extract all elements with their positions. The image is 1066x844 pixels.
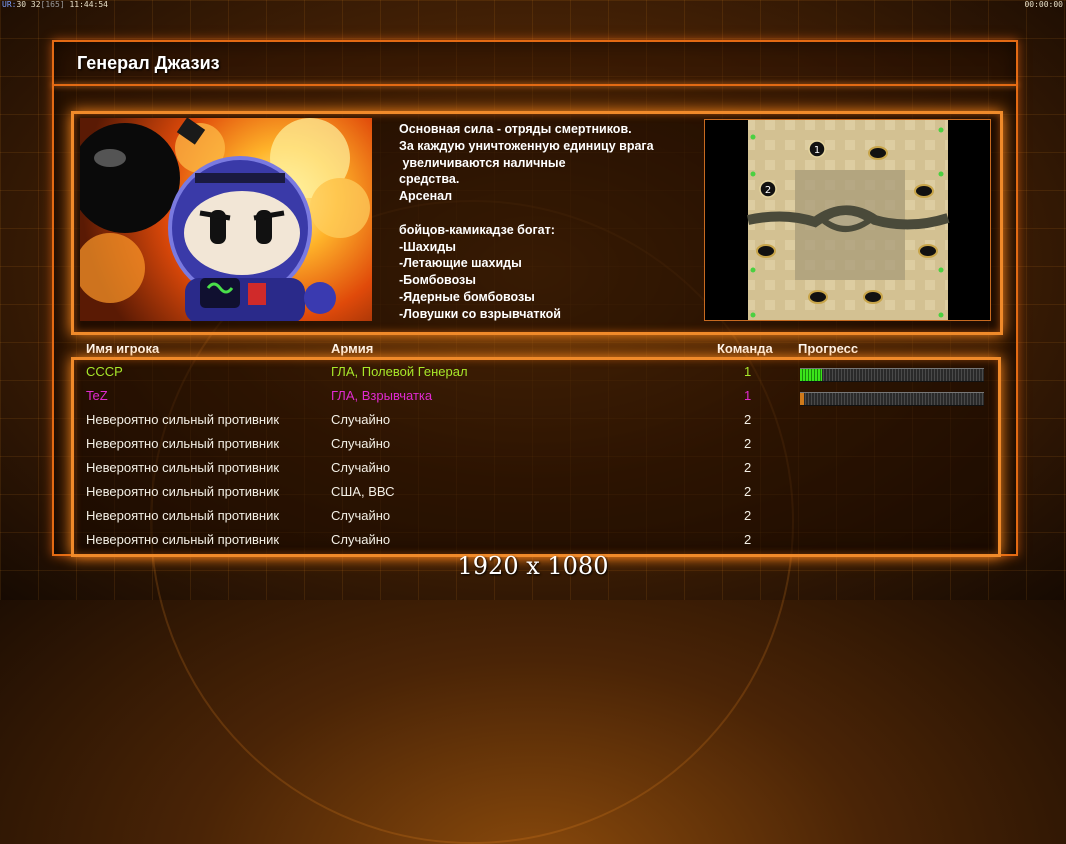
player-name: Невероятно сильный противник: [86, 532, 280, 547]
progress-bar: [800, 392, 984, 406]
header-player-name: Имя игрока: [86, 341, 160, 356]
player-name: Невероятно сильный противник: [86, 436, 280, 451]
player-name: Невероятно сильный противник: [86, 508, 280, 523]
player-name: Невероятно сильный противник: [86, 484, 280, 499]
player-army: Случайно: [331, 460, 391, 475]
player-team: 2: [744, 412, 752, 427]
player-name: Невероятно сильный противник: [86, 460, 280, 475]
player-army: Случайно: [331, 412, 391, 427]
title-divider: [52, 84, 1018, 86]
player-army: Случайно: [331, 532, 391, 547]
status-timer: 00:00:00: [1024, 0, 1063, 9]
player-row[interactable]: Невероятно сильный противник Случайно 2: [0, 409, 1066, 431]
player-row[interactable]: Невероятно сильный противник Случайно 2: [0, 433, 1066, 455]
start-marker-1-label: 1: [814, 145, 820, 156]
player-row[interactable]: Невероятно сильный противник Случайно 2: [0, 457, 1066, 479]
player-row[interactable]: Невероятно сильный противник Случайно 2: [0, 505, 1066, 527]
progress-bar-fill: [800, 393, 804, 405]
player-row[interactable]: Невероятно сильный противник Случайно 2: [0, 529, 1066, 551]
start-marker-1[interactable]: 1: [808, 140, 826, 158]
player-row[interactable]: Невероятно сильный противник США, ВВС 2: [0, 481, 1066, 503]
player-team: 2: [744, 460, 752, 475]
player-row[interactable]: TeZ ГЛА, Взрывчатка 1: [0, 385, 1066, 407]
status-left: UR:30 32[165] 11:44:54: [2, 0, 108, 10]
player-army: ГЛА, Взрывчатка: [331, 388, 433, 403]
player-team: 2: [744, 532, 752, 547]
status-bracket-value: [165]: [40, 0, 65, 9]
player-team: 2: [744, 436, 752, 451]
map-preview[interactable]: 1 2: [704, 119, 991, 321]
player-army: Случайно: [331, 508, 391, 523]
player-team: 1: [744, 364, 752, 379]
progress-bar: [800, 368, 984, 382]
status-bar: UR:30 32[165] 11:44:54 00:00:00: [0, 0, 1066, 10]
player-team: 1: [744, 388, 752, 403]
resolution-label: 1920 x 1080: [457, 552, 609, 580]
player-name: TeZ: [86, 388, 108, 403]
player-army: Случайно: [331, 436, 391, 451]
general-description: Основная сила - отряды смертников. За ка…: [399, 122, 654, 321]
player-army: США, ВВС: [331, 484, 395, 499]
player-name: Невероятно сильный противник: [86, 412, 280, 427]
player-row[interactable]: CCCP ГЛА, Полевой Генерал 1: [0, 361, 1066, 383]
header-army: Армия: [331, 341, 374, 356]
ur-label: UR:: [2, 0, 17, 9]
header-team: Команда: [717, 341, 773, 356]
player-team: 2: [744, 508, 752, 523]
general-portrait: [80, 118, 372, 321]
status-clock: 11:44:54: [69, 0, 108, 9]
header-progress: Прогресс: [798, 341, 859, 356]
player-team: 2: [744, 484, 752, 499]
status-numbers: 30 32: [16, 0, 41, 9]
start-marker-2-label: 2: [765, 185, 771, 196]
progress-bar-fill: [800, 369, 823, 381]
general-name: Генерал Джазиз: [77, 53, 220, 73]
start-marker-2[interactable]: 2: [759, 180, 777, 198]
player-name: CCCP: [86, 364, 123, 379]
player-army: ГЛА, Полевой Генерал: [331, 364, 468, 379]
